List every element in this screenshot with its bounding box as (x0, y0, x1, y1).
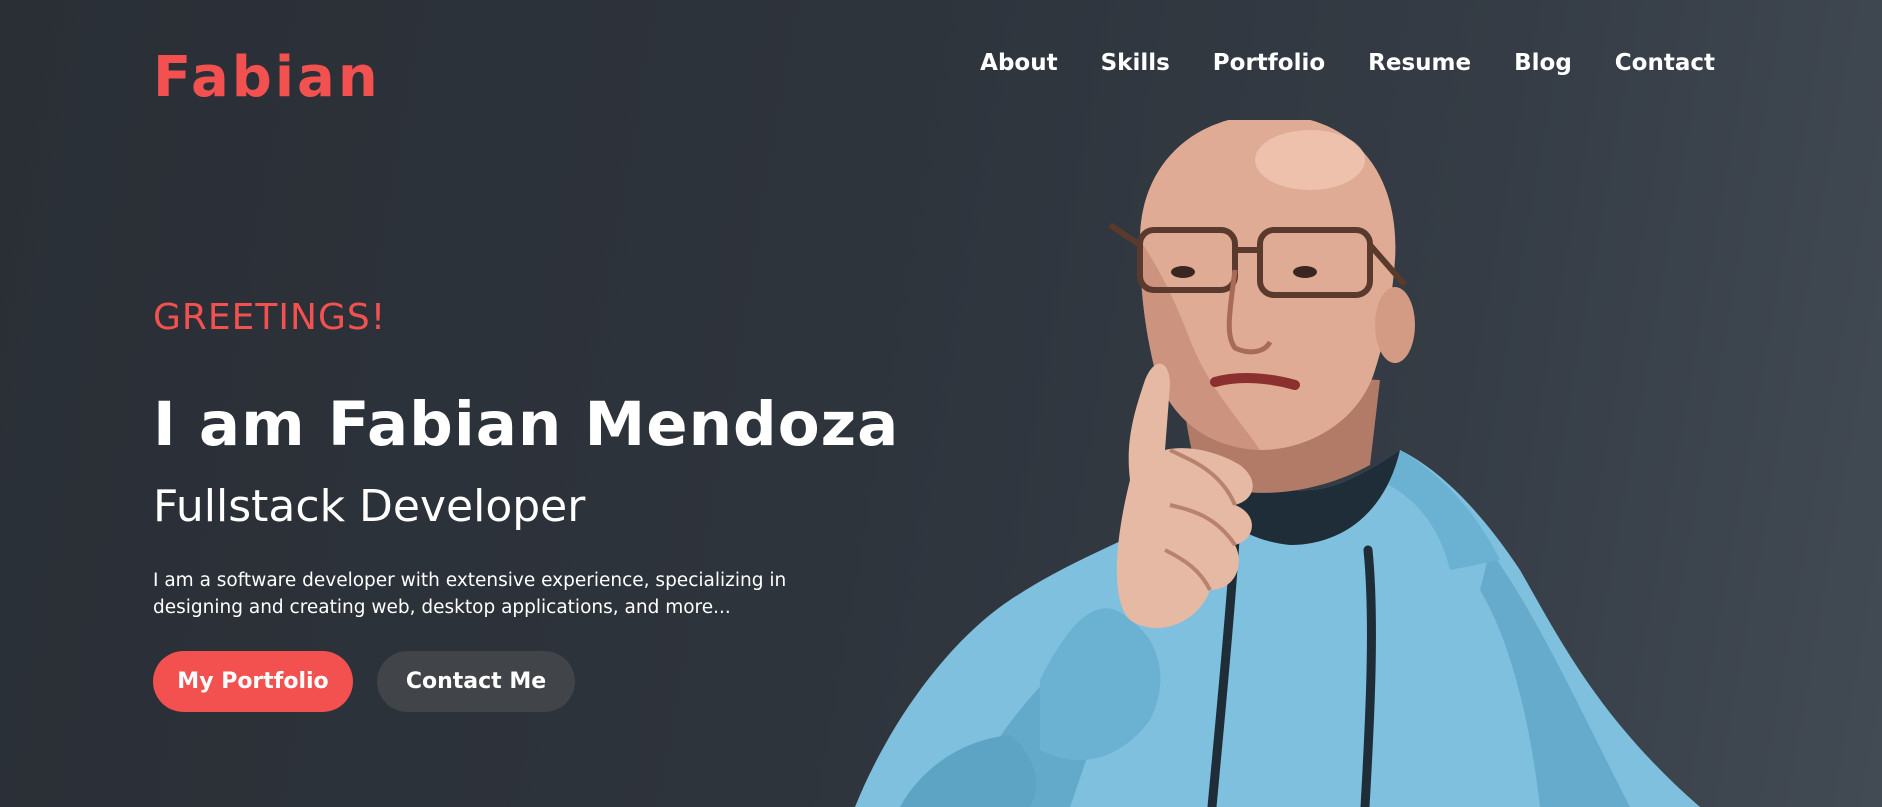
hero-description-line-1: I am a software developer with extensive… (153, 570, 787, 591)
site-logo[interactable]: Fabian (153, 50, 381, 106)
nav-contact[interactable]: Contact (1615, 50, 1715, 78)
hero-description-line-2: designing and creating web, desktop appl… (153, 597, 731, 618)
contact-me-button[interactable]: Contact Me (377, 651, 575, 712)
nav-skills[interactable]: Skills (1101, 50, 1170, 78)
hero-section: GREETINGS! I am Fabian Mendoza Fullstack… (153, 300, 913, 712)
hero-buttons: My Portfolio Contact Me (153, 651, 913, 712)
main-nav: About Skills Portfolio Resume Blog Conta… (980, 50, 1715, 78)
hero-role: Fullstack Developer (153, 481, 586, 532)
nav-portfolio[interactable]: Portfolio (1213, 50, 1325, 78)
nav-blog[interactable]: Blog (1514, 50, 1572, 78)
hero-name: I am Fabian Mendoza (153, 389, 900, 460)
nav-about[interactable]: About (980, 50, 1057, 78)
hero-greeting: GREETINGS! (153, 297, 387, 338)
hero-description: I am a software developer with extensive… (153, 567, 843, 621)
profile-portrait (855, 120, 1700, 807)
nav-resume[interactable]: Resume (1368, 50, 1471, 78)
my-portfolio-button[interactable]: My Portfolio (153, 651, 353, 712)
